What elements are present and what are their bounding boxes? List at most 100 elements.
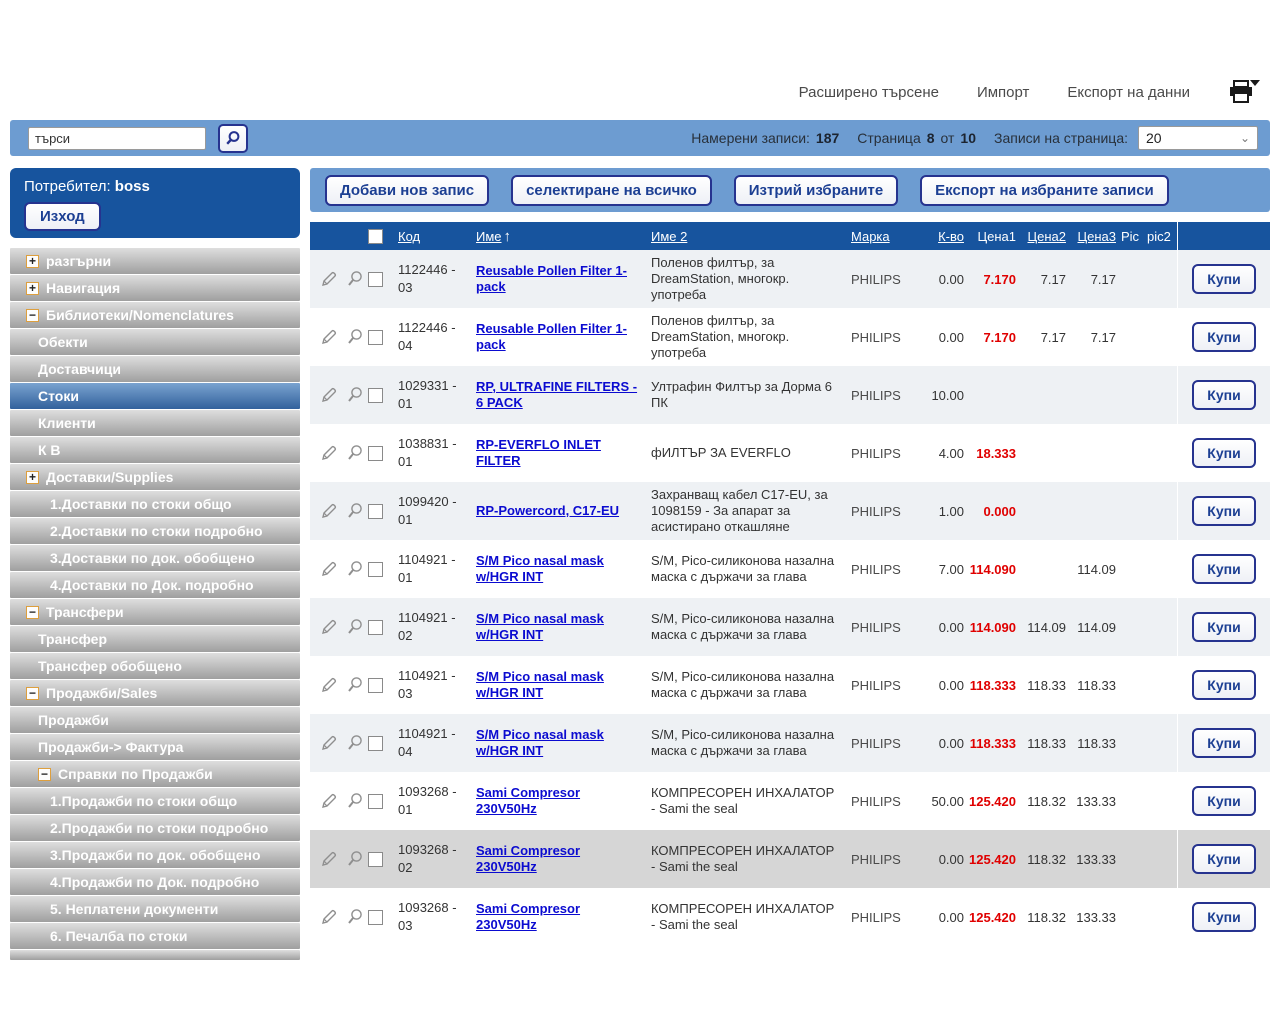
add-record-button[interactable]: Добави нов запис [325,175,489,206]
expand-plus-icon[interactable]: + [26,282,39,295]
product-name-link[interactable]: S/M Pico nasal mask w/HGR INT [476,727,604,758]
sidebar-item[interactable]: +разгърни [10,248,300,274]
sidebar-item[interactable]: 1.Продажби по стоки общо [10,788,300,814]
edit-pencil-icon[interactable] [320,560,339,578]
sidebar-item[interactable]: 3.Доставки по док. обобщено [10,545,300,571]
product-name-link[interactable]: Sami Compresor 230V50Hz [476,843,580,874]
edit-pencil-icon[interactable] [320,444,339,462]
edit-pencil-icon[interactable] [320,734,339,752]
sidebar-item[interactable]: −Трансфери [10,599,300,625]
print-options-caret-icon[interactable] [1250,80,1260,86]
row-checkbox[interactable] [368,504,383,519]
advanced-search-link[interactable]: Расширено търсене [799,84,939,101]
product-name-link[interactable]: Sami Compresor 230V50Hz [476,901,580,932]
buy-button[interactable]: Купи [1192,612,1255,642]
sidebar-item[interactable]: 4.Доставки по Док. подробно [10,572,300,598]
view-magnifier-icon[interactable] [346,908,364,926]
view-magnifier-icon[interactable] [346,676,364,694]
column-header-label[interactable]: Име [476,229,502,244]
edit-pencil-icon[interactable] [320,386,339,404]
collapse-minus-icon[interactable]: − [26,606,39,619]
buy-button[interactable]: Купи [1192,728,1255,758]
sidebar-item[interactable]: 5. Неплатени документи [10,896,300,922]
search-input[interactable] [28,127,206,150]
buy-button[interactable]: Купи [1192,554,1255,584]
column-header-label[interactable]: Марка [851,229,890,244]
sidebar-item[interactable]: 3.Продажби по док. обобщено [10,842,300,868]
product-name-link[interactable]: S/M Pico nasal mask w/HGR INT [476,669,604,700]
row-checkbox[interactable] [368,678,383,693]
sidebar-item[interactable]: Продажби [10,707,300,733]
product-name-link[interactable]: S/M Pico nasal mask w/HGR INT [476,553,604,584]
sidebar-item[interactable]: 6. Печалба по стоки [10,923,300,949]
edit-pencil-icon[interactable] [320,676,339,694]
buy-button[interactable]: Купи [1192,496,1255,526]
sidebar-item[interactable]: Трансфер [10,626,300,652]
edit-pencil-icon[interactable] [320,618,339,636]
product-name-link[interactable]: Reusable Pollen Filter 1-pack [476,263,627,294]
sidebar-item[interactable]: 2.Доставки по стоки подробно [10,518,300,544]
row-checkbox[interactable] [368,446,383,461]
product-name-link[interactable]: RP-EVERFLO INLET FILTER [476,437,601,468]
view-magnifier-icon[interactable] [346,386,364,404]
column-header-label[interactable]: Цена3 [1078,229,1117,244]
view-magnifier-icon[interactable] [346,792,364,810]
sidebar-item[interactable]: Клиенти [10,410,300,436]
sidebar-item[interactable]: 1.Доставки по стоки общо [10,491,300,517]
sidebar-item[interactable]: Продажби-> Фактура [10,734,300,760]
view-magnifier-icon[interactable] [346,734,364,752]
sidebar-item[interactable]: Обекти [10,329,300,355]
sidebar-item[interactable]: −Справки по Продажби [10,761,300,787]
view-magnifier-icon[interactable] [346,270,364,288]
sidebar-item[interactable]: 4.Продажби по Док. подробно [10,869,300,895]
sidebar-item[interactable]: +Навигация [10,275,300,301]
column-header-label[interactable]: Цена2 [1028,229,1067,244]
export-selected-button[interactable]: Експорт на избраните записи [920,175,1169,206]
buy-button[interactable]: Купи [1192,670,1255,700]
sidebar-item[interactable]: −Продажби/Sales [10,680,300,706]
buy-button[interactable]: Купи [1192,786,1255,816]
column-header-label[interactable]: Код [398,229,420,244]
edit-pencil-icon[interactable] [320,850,339,868]
edit-pencil-icon[interactable] [320,908,339,926]
product-name-link[interactable]: RP, ULTRAFINE FILTERS - 6 PACK [476,379,637,410]
buy-button[interactable]: Купи [1192,322,1255,352]
edit-pencil-icon[interactable] [320,270,339,288]
buy-button[interactable]: Купи [1192,438,1255,468]
delete-selected-button[interactable]: Изтрий избраните [734,175,898,206]
export-data-link[interactable]: Експорт на данни [1067,84,1190,101]
sidebar-item[interactable]: −Библиотеки/Nomenclatures [10,302,300,328]
row-checkbox[interactable] [368,852,383,867]
buy-button[interactable]: Купи [1192,902,1255,932]
product-name-link[interactable]: RP-Powercord, C17-EU [476,503,619,518]
view-magnifier-icon[interactable] [346,444,364,462]
sidebar-item[interactable]: +Доставки/Supplies [10,464,300,490]
sidebar-item[interactable]: К В [10,437,300,463]
buy-button[interactable]: Купи [1192,264,1255,294]
product-name-link[interactable]: Sami Compresor 230V50Hz [476,785,580,816]
view-magnifier-icon[interactable] [346,618,364,636]
edit-pencil-icon[interactable] [320,328,339,346]
column-header-label[interactable]: Име 2 [651,229,687,244]
print-icon[interactable] [1228,80,1258,104]
product-name-link[interactable]: S/M Pico nasal mask w/HGR INT [476,611,604,642]
row-checkbox[interactable] [368,388,383,403]
logout-button[interactable]: Изход [24,202,101,231]
sidebar-item[interactable] [10,950,300,960]
view-magnifier-icon[interactable] [346,560,364,578]
search-button[interactable] [218,124,248,153]
buy-button[interactable]: Купи [1192,844,1255,874]
import-link[interactable]: Импорт [977,84,1029,101]
select-all-button[interactable]: селектиране на всичко [511,175,712,206]
expand-plus-icon[interactable]: + [26,255,39,268]
row-checkbox[interactable] [368,562,383,577]
sidebar-item[interactable]: Трансфер обобщено [10,653,300,679]
sidebar-item[interactable]: Доставчици [10,356,300,382]
collapse-minus-icon[interactable]: − [38,768,51,781]
sidebar-item-selected[interactable]: Стоки [10,383,300,409]
expand-plus-icon[interactable]: + [26,471,39,484]
edit-pencil-icon[interactable] [320,792,339,810]
row-checkbox[interactable] [368,736,383,751]
column-header-label[interactable]: К-во [938,229,964,244]
row-checkbox[interactable] [368,910,383,925]
